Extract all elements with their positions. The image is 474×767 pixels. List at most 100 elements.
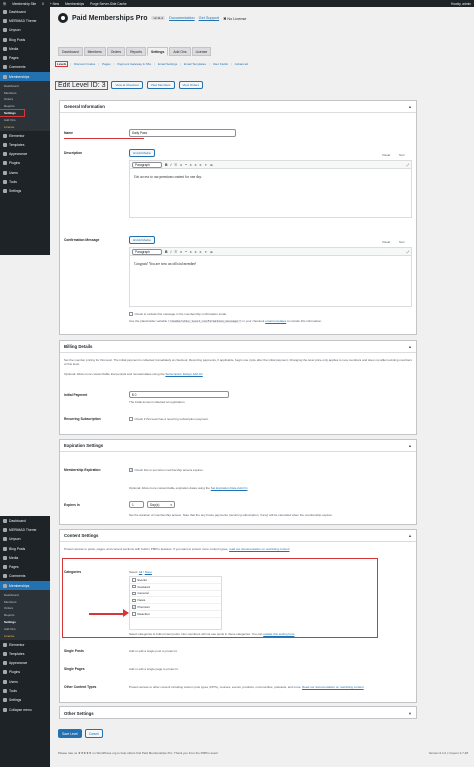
add-media-button[interactable]: ⊞ Add Media bbox=[129, 149, 155, 157]
content-settings-header[interactable]: Content Settings ▲ bbox=[60, 530, 416, 542]
sidebar-item-blog-posts[interactable]: Blog Posts bbox=[0, 35, 50, 44]
tab-reports[interactable]: Reports bbox=[126, 47, 146, 56]
toolbar-toggle-icon[interactable]: ⊞ bbox=[210, 250, 213, 254]
tab-members[interactable]: Members bbox=[83, 47, 106, 56]
sidebar-item-templates[interactable]: Templates bbox=[0, 649, 50, 658]
sidebar-item-elementor[interactable]: Elementor bbox=[0, 640, 50, 649]
text-tab[interactable]: Text bbox=[399, 153, 405, 157]
sidebar-item-users[interactable]: Users bbox=[0, 677, 50, 686]
category-item[interactable]: Premium bbox=[130, 604, 221, 611]
submenu-settings[interactable]: Settings bbox=[0, 108, 25, 118]
tab-add-ons[interactable]: Add Ons bbox=[169, 47, 191, 56]
numbered-list-icon[interactable]: ≡ bbox=[180, 250, 182, 254]
sidebar-item-appearance[interactable]: Appearance bbox=[0, 659, 50, 668]
align-right-icon[interactable]: ≡ bbox=[200, 250, 202, 254]
memberships-link[interactable]: Memberships bbox=[65, 2, 84, 6]
sidebar-item-dashboard[interactable]: Dashboard bbox=[0, 7, 50, 16]
single-posts-text[interactable]: Add or edit a single post to protect it. bbox=[129, 649, 178, 653]
site-name-link[interactable]: Membership Site bbox=[12, 2, 36, 6]
include-confirmation-option[interactable]: Check to include this message in the mem… bbox=[129, 312, 227, 316]
subscription-delays-link[interactable]: Subscription Delays Add On bbox=[165, 372, 202, 376]
initial-payment-input[interactable]: $ 0 bbox=[129, 391, 229, 398]
read-docs-link[interactable]: Read our documentation on restricting co… bbox=[302, 685, 364, 689]
sidebar-item-pages[interactable]: Pages bbox=[0, 53, 50, 62]
subnav-user-fields[interactable]: User Fields bbox=[213, 62, 228, 66]
other-settings-header[interactable]: Other Settings ▼ bbox=[60, 707, 416, 719]
update-setting-link[interactable]: update this setting here bbox=[263, 632, 294, 636]
sidebar-item-settings[interactable]: Settings bbox=[0, 187, 50, 196]
bullet-list-icon[interactable]: ☰ bbox=[174, 250, 177, 254]
category-checkbox[interactable] bbox=[132, 591, 136, 596]
category-checkbox[interactable] bbox=[132, 612, 136, 616]
single-pages-text[interactable]: Add or edit a single page to protect it. bbox=[129, 667, 179, 671]
billing-details-header[interactable]: Billing Details ▲ bbox=[60, 341, 416, 353]
sidebar-item-comments[interactable]: Comments bbox=[0, 572, 50, 581]
sidebar-item-collapse-menu[interactable]: Collapse menu bbox=[0, 705, 50, 714]
category-item[interactable]: News bbox=[130, 597, 221, 605]
recurring-checkbox[interactable] bbox=[129, 417, 133, 421]
category-checkbox[interactable] bbox=[132, 584, 136, 589]
categories-list[interactable]: Events Featured General News PremiumReaction bbox=[129, 576, 222, 630]
category-checkbox[interactable] bbox=[132, 598, 136, 603]
new-content-link[interactable]: + New bbox=[50, 2, 59, 6]
toolbar-toggle-icon[interactable]: ⊞ bbox=[210, 163, 213, 167]
sidebar-item-pages[interactable]: Pages bbox=[0, 562, 50, 571]
category-item[interactable]: Reaction bbox=[130, 611, 221, 618]
category-item[interactable]: Featured bbox=[130, 584, 221, 591]
expires-number-input[interactable]: 1 bbox=[129, 501, 144, 508]
user-greeting[interactable]: Howdy, admin bbox=[451, 2, 471, 6]
chevron-up-icon[interactable]: ▲ bbox=[408, 533, 412, 538]
sidebar-item-media[interactable]: Media bbox=[0, 44, 50, 53]
submenu-dashboard[interactable]: Dashboard bbox=[0, 591, 50, 598]
expiration-settings-header[interactable]: Expiration Settings ▲ bbox=[60, 440, 416, 452]
sidebar-item-merimad-theme[interactable]: MERIMAD Theme bbox=[0, 525, 50, 534]
license-status[interactable]: ✖ No License bbox=[223, 16, 246, 21]
format-select[interactable]: Paragraph bbox=[132, 161, 162, 168]
confirmation-editor[interactable]: Paragraph BI ☰ ≡ ❝ ≡ ≡ ≡ ⚭ ⊞ ⤢ Congrats! You… bbox=[129, 247, 412, 307]
bold-icon[interactable]: B bbox=[165, 163, 168, 167]
sidebar-item-settings[interactable]: Settings bbox=[0, 696, 50, 705]
sidebar-item-tools[interactable]: Tools bbox=[0, 177, 50, 186]
general-information-header[interactable]: General Information ▲ bbox=[60, 101, 416, 113]
submenu-reports[interactable]: Reports bbox=[0, 612, 50, 619]
align-center-icon[interactable]: ≡ bbox=[195, 163, 197, 167]
sidebar-item-plugins[interactable]: Plugins bbox=[0, 668, 50, 677]
expires-unit-select[interactable]: Day(s) ▾ bbox=[147, 501, 175, 508]
chevron-down-icon[interactable]: ▼ bbox=[408, 711, 412, 716]
category-checkbox[interactable] bbox=[132, 578, 136, 582]
recurring-option[interactable]: Check if this level has a recurring subs… bbox=[129, 417, 209, 421]
numbered-list-icon[interactable]: ≡ bbox=[180, 163, 182, 167]
subnav-email-templates[interactable]: Email Templates bbox=[184, 62, 206, 66]
visual-tab-2[interactable]: Visual bbox=[382, 240, 390, 244]
sidebar-item-appearance[interactable]: Appearance bbox=[0, 150, 50, 159]
align-center-icon[interactable]: ≡ bbox=[195, 250, 197, 254]
save-level-button[interactable]: Save Level bbox=[58, 729, 82, 738]
submenu-license[interactable]: License bbox=[0, 632, 50, 639]
email-templates-link[interactable]: email templates bbox=[265, 319, 286, 323]
sidebar-item-tools[interactable]: Tools bbox=[0, 686, 50, 695]
visual-tab[interactable]: Visual bbox=[382, 153, 390, 157]
restricting-content-link[interactable]: read our documentation on restricting co… bbox=[229, 547, 289, 551]
submenu-members[interactable]: Members bbox=[0, 89, 50, 96]
submenu-settings[interactable]: Settings bbox=[0, 619, 50, 626]
tab-dashboard[interactable]: Dashboard bbox=[58, 47, 83, 56]
sidebar-item-dashboard[interactable]: Dashboard bbox=[0, 516, 50, 525]
chevron-up-icon[interactable]: ▲ bbox=[408, 104, 412, 109]
sidebar-item-blog-posts[interactable]: Blog Posts bbox=[0, 544, 50, 553]
wordpress-logo-icon[interactable]: Ⓦ bbox=[3, 1, 6, 6]
align-left-icon[interactable]: ≡ bbox=[190, 163, 192, 167]
category-item[interactable]: Events bbox=[130, 577, 221, 584]
blockquote-icon[interactable]: ❝ bbox=[185, 163, 187, 167]
subnav-payment-gateway-ssl[interactable]: Payment Gateway & SSL bbox=[117, 62, 151, 66]
description-editor[interactable]: Paragraph BI ☰ ≡ ❝ ≡ ≡ ≡ ⚭ ⊞ ⤢ Get access to… bbox=[129, 160, 412, 218]
include-confirmation-checkbox[interactable] bbox=[129, 312, 133, 316]
sidebar-item-users[interactable]: Users bbox=[0, 168, 50, 177]
bold-icon[interactable]: B bbox=[165, 250, 168, 254]
align-left-icon[interactable]: ≡ bbox=[190, 250, 192, 254]
select-all-link[interactable]: All bbox=[139, 570, 142, 574]
cancel-button[interactable]: Cancel bbox=[84, 729, 103, 738]
italic-icon[interactable]: I bbox=[171, 250, 172, 254]
sidebar-item-plugins[interactable]: Plugins bbox=[0, 159, 50, 168]
add-media-button-2[interactable]: ⊞ Add Media bbox=[129, 236, 155, 244]
subnav-advanced[interactable]: Advanced bbox=[235, 62, 248, 66]
